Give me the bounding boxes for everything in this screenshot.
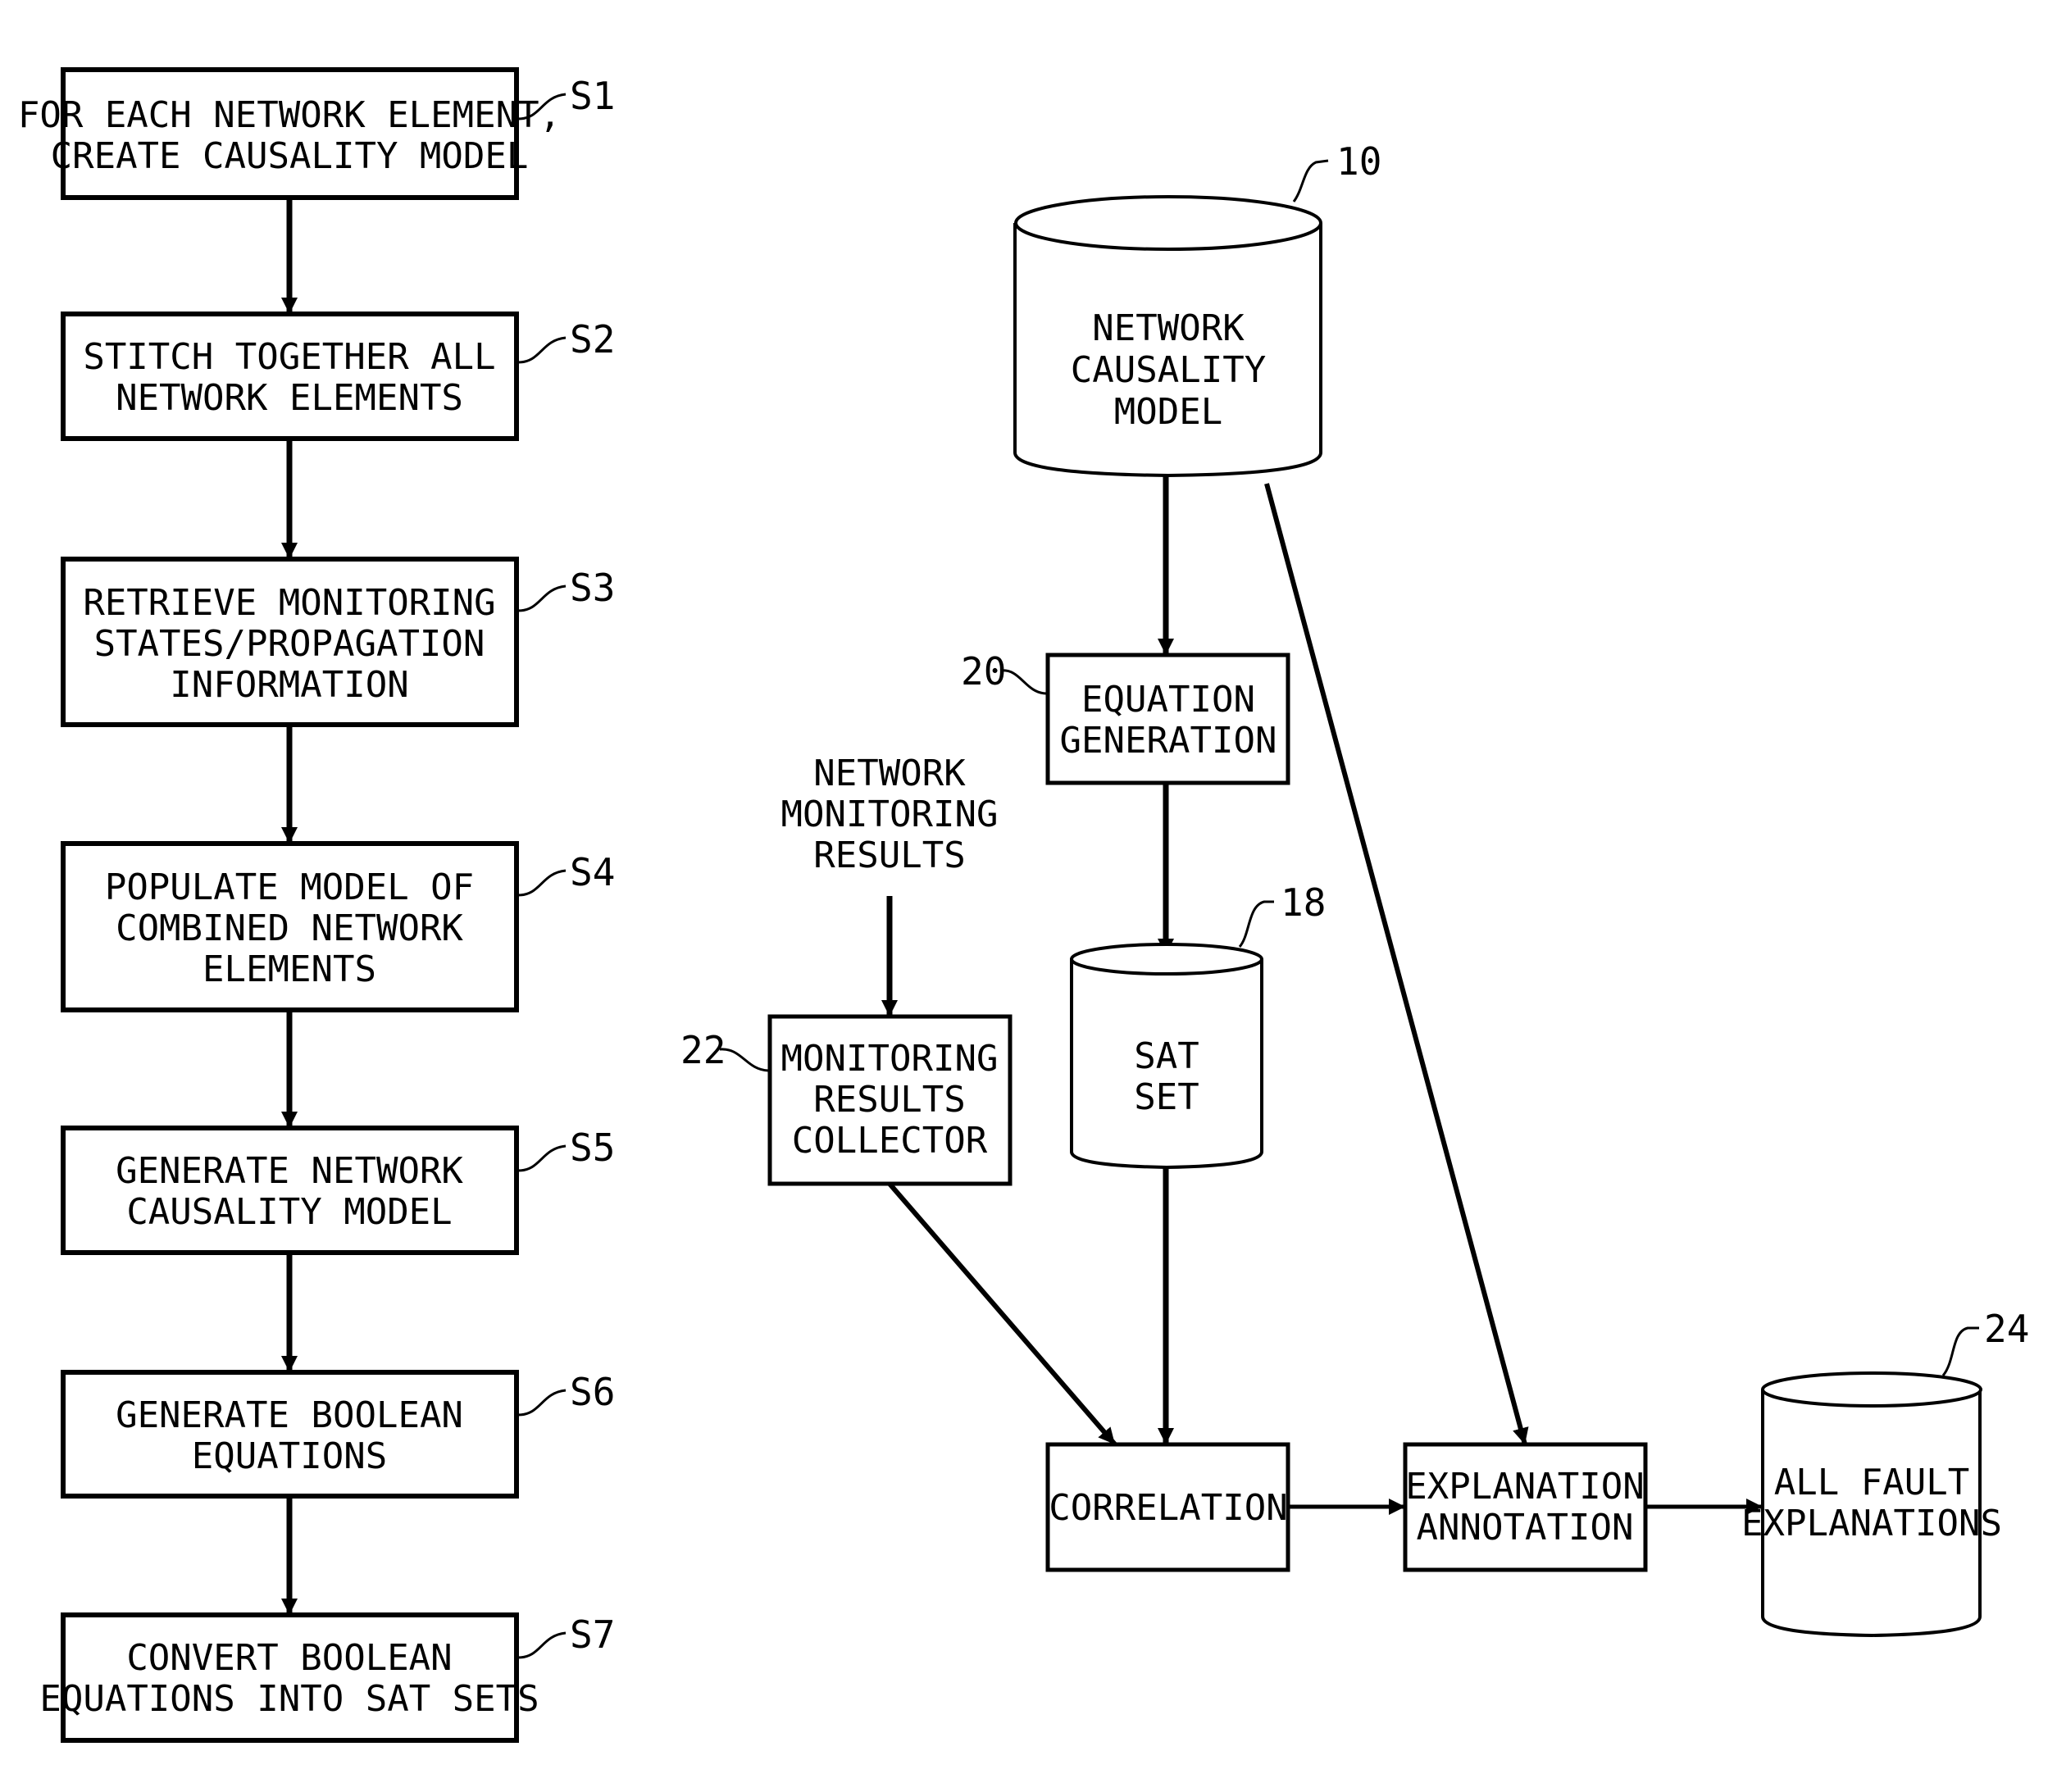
diagram-canvas: FOR EACH NETWORK ELEMENT, CREATE CAUSALI… xyxy=(18,67,2029,1743)
step-s6: GENERATE BOOLEAN EQUATIONS S6 xyxy=(61,1370,615,1499)
step-s7-line-2: EQUATIONS INTO SAT SETS xyxy=(39,1678,539,1720)
monitoring-input-line-3: RESULTS xyxy=(813,835,965,876)
equation-generation-line-2: GENERATION xyxy=(1060,720,1277,762)
fault-explanations-line-1: ALL FAULT xyxy=(1774,1462,1969,1503)
equation-generation-leader xyxy=(999,669,1047,695)
explanation-line-2: ANNOTATION xyxy=(1417,1507,1634,1549)
step-s2-line-2: NETWORK ELEMENTS xyxy=(116,377,463,419)
step-s2-line-1: STITCH TOGETHER ALL xyxy=(83,336,495,378)
collector-ref: 22 xyxy=(680,1028,726,1072)
step-s6-line-1: GENERATE BOOLEAN xyxy=(116,1394,463,1436)
equation-generation-line-1: EQUATION xyxy=(1081,679,1255,721)
sat-set-line-2: SET xyxy=(1134,1076,1199,1118)
sat-set-cylinder: SAT SET 18 xyxy=(1070,880,1326,1170)
sat-set-line-1: SAT xyxy=(1134,1035,1199,1077)
step-s4-line-2: COMBINED NETWORK xyxy=(116,907,463,949)
step-s6-leader xyxy=(517,1389,567,1417)
equation-generation-box: EQUATION GENERATION 20 xyxy=(961,649,1290,785)
cylinder-18-ref: 18 xyxy=(1281,880,1326,925)
step-s7-leader xyxy=(517,1631,567,1659)
cylinder-24-ref: 24 xyxy=(1984,1307,2029,1351)
cylinder-18-leader xyxy=(1238,900,1274,948)
explanation-annotation-box: EXPLANATION ANNOTATION xyxy=(1403,1442,1648,1572)
step-s4-line-1: POPULATE MODEL OF xyxy=(105,866,474,908)
arrow-model-to-explanation xyxy=(1264,483,1529,1445)
step-s5-ref: S5 xyxy=(570,1126,615,1170)
system-diagram: NETWORK CAUSALITY MODEL 10 EQUATION GENE… xyxy=(680,139,2029,1638)
step-s6-ref: S6 xyxy=(570,1370,615,1414)
cylinder-18-top xyxy=(1070,943,1263,976)
network-monitoring-results-input: NETWORK MONITORING RESULTS xyxy=(781,753,999,876)
step-s7: CONVERT BOOLEAN EQUATIONS INTO SAT SETS … xyxy=(39,1612,615,1743)
step-s5-line-1: GENERATE NETWORK xyxy=(116,1150,463,1192)
cylinder-10-line-1: NETWORK xyxy=(1092,307,1245,349)
collector-leader xyxy=(719,1048,769,1072)
correlation-box: CORRELATION xyxy=(1045,1442,1290,1572)
all-fault-explanations-cylinder: ALL FAULT EXPLANATIONS 24 xyxy=(1741,1307,2029,1638)
step-s1-ref: S1 xyxy=(570,74,615,118)
network-causality-model-cylinder: NETWORK CAUSALITY MODEL 10 xyxy=(1013,139,1381,478)
step-s3-line-3: INFORMATION xyxy=(170,664,408,706)
monitoring-input-line-2: MONITORING xyxy=(781,794,999,835)
collector-line-2: RESULTS xyxy=(813,1079,965,1121)
collector-line-3: COLLECTOR xyxy=(792,1120,988,1162)
step-s4-leader xyxy=(517,869,567,897)
collector-line-1: MONITORING xyxy=(781,1038,999,1080)
step-s5: GENERATE NETWORK CAUSALITY MODEL S5 xyxy=(61,1126,615,1255)
step-s7-line-1: CONVERT BOOLEAN xyxy=(126,1637,452,1679)
step-s5-line-2: CAUSALITY MODEL xyxy=(126,1191,452,1233)
cylinder-10-line-2: CAUSALITY xyxy=(1071,349,1266,391)
step-s5-leader xyxy=(517,1144,567,1172)
equation-generation-ref: 20 xyxy=(961,649,1006,694)
step-s1-line-2: CREATE CAUSALITY MODEL xyxy=(51,135,529,177)
step-s4-line-3: ELEMENTS xyxy=(203,948,376,990)
correlation-label: CORRELATION xyxy=(1049,1487,1287,1529)
step-s2-leader xyxy=(517,336,567,364)
arrow-collector-to-correlation xyxy=(887,1182,1117,1446)
fault-explanations-line-2: EXPLANATIONS xyxy=(1741,1503,2002,1544)
step-s3-line-1: RETRIEVE MONITORING xyxy=(83,582,495,624)
cylinder-24-leader xyxy=(1941,1326,1979,1376)
cylinder-10-ref: 10 xyxy=(1336,139,1381,184)
monitoring-results-collector-box: MONITORING RESULTS COLLECTOR 22 xyxy=(680,1014,1013,1186)
step-s2: STITCH TOGETHER ALL NETWORK ELEMENTS S2 xyxy=(61,312,615,441)
cylinder-10-line-3: MODEL xyxy=(1114,391,1222,433)
step-s3-ref: S3 xyxy=(570,566,615,610)
step-s3-leader xyxy=(517,584,567,612)
step-s6-line-2: EQUATIONS xyxy=(192,1435,387,1477)
flowchart: FOR EACH NETWORK ELEMENT, CREATE CAUSALI… xyxy=(18,67,615,1743)
step-s3: RETRIEVE MONITORING STATES/PROPAGATION I… xyxy=(61,557,615,727)
step-s4-ref: S4 xyxy=(570,850,615,894)
step-s2-ref: S2 xyxy=(570,317,615,362)
cylinder-10-top xyxy=(1014,195,1322,251)
step-s7-ref: S7 xyxy=(570,1612,615,1657)
cylinder-10-leader xyxy=(1292,159,1329,202)
step-s3-line-2: STATES/PROPAGATION xyxy=(94,623,485,665)
step-s4: POPULATE MODEL OF COMBINED NETWORK ELEME… xyxy=(61,841,615,1012)
step-s1: FOR EACH NETWORK ELEMENT, CREATE CAUSALI… xyxy=(18,67,615,200)
step-s1-line-1: FOR EACH NETWORK ELEMENT, xyxy=(18,94,561,136)
explanation-line-1: EXPLANATION xyxy=(1405,1466,1644,1508)
cylinder-24-top xyxy=(1761,1371,1982,1408)
monitoring-input-line-1: NETWORK xyxy=(813,753,966,794)
